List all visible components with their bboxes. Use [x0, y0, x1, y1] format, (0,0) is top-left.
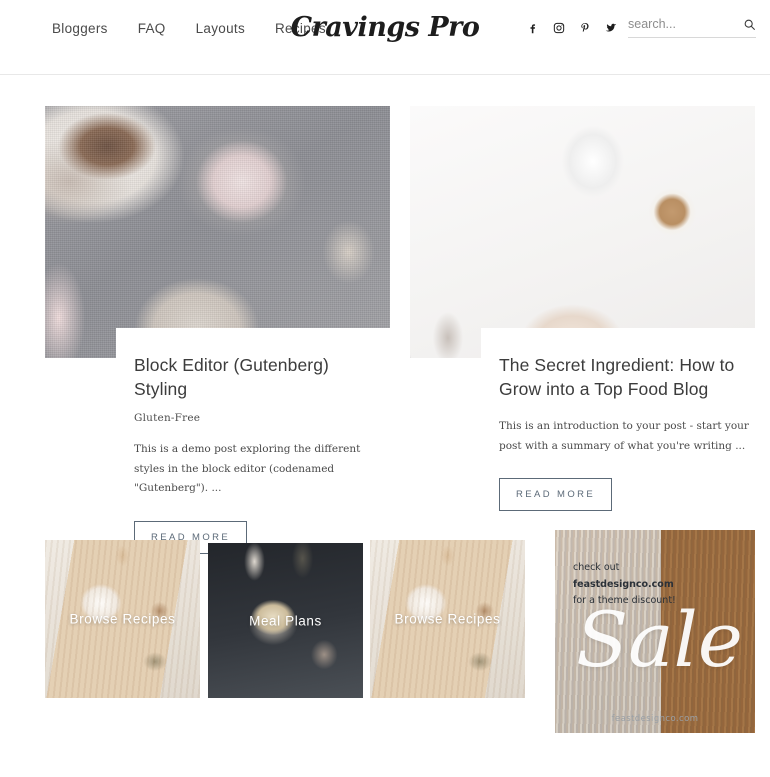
post-category[interactable]: Gluten-Free	[134, 412, 384, 424]
ad-line-3: for a theme discount!	[573, 595, 676, 607]
site-header: Bloggers FAQ Layouts Recipes Cravings Pr…	[0, 0, 770, 75]
nav-item-layouts[interactable]: Layouts	[196, 21, 245, 36]
nav-item-faq[interactable]: FAQ	[138, 21, 166, 36]
category-tiles-section: Browse Recipes Meal Plans Browse Recipes…	[0, 530, 770, 760]
site-logo[interactable]: Cravings Pro	[291, 12, 480, 43]
twitter-icon[interactable]	[603, 20, 618, 35]
ad-line-2: feastdesignco.com	[573, 578, 674, 590]
featured-posts: Block Editor (Gutenberg) Styling Gluten-…	[0, 75, 770, 554]
wooden-board-bowl-photo	[370, 540, 525, 698]
post-featured-image[interactable]	[45, 106, 390, 358]
dark-noodle-bowl-photo	[208, 543, 363, 698]
sidebar-ad[interactable]: check out feastdesignco.com for a theme …	[555, 530, 755, 733]
post-card: Block Editor (Gutenberg) Styling Gluten-…	[45, 106, 410, 554]
nav-menu: Bloggers FAQ Layouts Recipes	[52, 21, 326, 36]
post-excerpt: This is a demo post exploring the differ…	[134, 443, 361, 495]
post-title[interactable]: Block Editor (Gutenberg) Styling	[134, 354, 384, 401]
facebook-icon[interactable]	[525, 20, 540, 35]
instagram-icon[interactable]	[551, 20, 566, 35]
search-bar[interactable]	[628, 17, 756, 38]
wooden-board-bowl-photo	[45, 540, 200, 698]
ad-copy: check out feastdesignco.com for a theme …	[573, 560, 676, 610]
social-links	[525, 20, 618, 35]
category-tile-browse-recipes[interactable]: Browse Recipes	[45, 540, 200, 698]
read-more-button[interactable]: READ MORE	[499, 478, 613, 512]
post-content-box: The Secret Ingredient: How to Grow into …	[481, 328, 770, 512]
pinterest-icon[interactable]	[577, 20, 592, 35]
ad-line-1: check out	[573, 562, 620, 573]
category-tile-browse-recipes-2[interactable]: Browse Recipes	[370, 540, 525, 698]
ad-footer-url: feastdesignco.com	[611, 714, 699, 724]
nav-item-bloggers[interactable]: Bloggers	[52, 21, 108, 36]
category-tile-meal-plans[interactable]: Meal Plans	[208, 543, 363, 698]
search-icon[interactable]	[742, 17, 756, 31]
search-input[interactable]	[628, 17, 728, 31]
post-card: The Secret Ingredient: How to Grow into …	[410, 106, 770, 531]
mushrooms-and-pink-salt-photo	[45, 106, 390, 358]
post-content-box: Block Editor (Gutenberg) Styling Gluten-…	[116, 328, 410, 554]
post-featured-image[interactable]	[410, 106, 755, 358]
breakfast-bowl-and-coffee-photo	[410, 106, 755, 358]
post-excerpt: This is an introduction to your post - s…	[499, 420, 749, 452]
post-title[interactable]: The Secret Ingredient: How to Grow into …	[499, 354, 749, 401]
